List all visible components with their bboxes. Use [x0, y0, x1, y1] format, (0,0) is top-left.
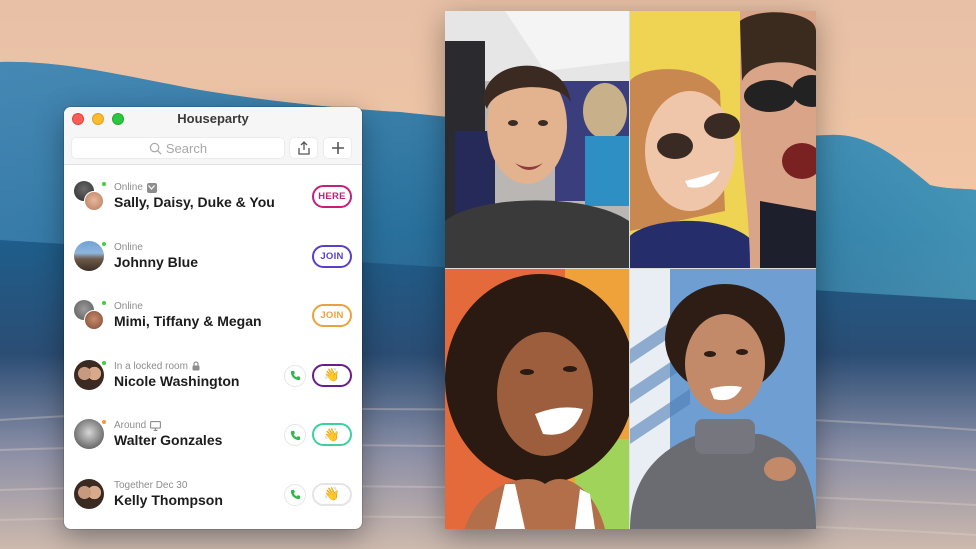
- houseparty-window: Houseparty Search Online Sally, Daisy, D…: [64, 107, 362, 529]
- search-placeholder: Search: [165, 140, 208, 156]
- contact-row[interactable]: In a locked room Nicole Washington 👋: [64, 345, 362, 405]
- presence-away-indicator: [101, 419, 107, 425]
- video-tile[interactable]: [445, 269, 629, 529]
- contact-name: Mimi, Tiffany & Megan: [114, 313, 262, 329]
- share-icon: [297, 141, 310, 155]
- phone-icon: [290, 430, 300, 440]
- video-tile[interactable]: [445, 11, 629, 268]
- presence-online-indicator: [101, 240, 107, 247]
- waving-hand-icon: 👋: [323, 486, 341, 501]
- phone-icon: [290, 489, 300, 500]
- contact-row[interactable]: Together Dec 30 Kelly Thompson 👋: [64, 464, 362, 524]
- avatar-photo: [84, 310, 104, 330]
- avatar: [73, 358, 107, 392]
- video-feed-woman-turtleneck: [630, 269, 816, 529]
- contact-status: Around: [114, 420, 147, 431]
- desktop-icon: [150, 420, 162, 431]
- avatar: [73, 298, 107, 332]
- search-icon: [149, 142, 162, 154]
- join-button[interactable]: JOIN: [312, 244, 352, 268]
- contact-name: Sally, Daisy, Duke & You: [114, 194, 275, 210]
- contact-name: Nicole Washington: [114, 372, 240, 389]
- contact-status: Online: [114, 301, 143, 312]
- contact-name: Johnny Blue: [114, 253, 199, 270]
- waving-hand-icon: 👋: [323, 426, 341, 442]
- join-button[interactable]: JOIN: [312, 304, 352, 327]
- avatar-photo: [74, 478, 104, 509]
- presence-online-indicator: [101, 359, 107, 366]
- video-feed-woman-laughing: [445, 269, 629, 529]
- contact-list: Online Sally, Daisy, Duke & You HERE Onl…: [64, 166, 362, 523]
- contact-status: Online: [114, 241, 143, 253]
- avatar: [73, 239, 107, 273]
- lock-icon: [192, 361, 200, 371]
- contact-status: Online: [114, 182, 143, 193]
- avatar: [73, 417, 107, 451]
- window-title: Houseparty: [177, 111, 249, 126]
- titlebar: Houseparty Search: [64, 107, 362, 165]
- contact-name: Kelly Thompson: [114, 491, 223, 508]
- wave-button[interactable]: 👋: [312, 363, 352, 387]
- contact-status: In a locked room: [114, 360, 188, 372]
- search-input[interactable]: Search: [71, 137, 285, 159]
- contact-row[interactable]: Online Sally, Daisy, Duke & You HERE: [64, 166, 362, 226]
- contact-row[interactable]: Online Mimi, Tiffany & Megan JOIN: [64, 285, 362, 345]
- here-button[interactable]: HERE: [312, 185, 352, 208]
- presence-online-indicator: [101, 181, 107, 187]
- presence-online-indicator: [101, 300, 107, 306]
- video-feed-couple: [630, 11, 816, 268]
- avatar-photo: [84, 191, 104, 211]
- avatar: [73, 179, 107, 213]
- contact-name: Walter Gonzales: [114, 432, 223, 448]
- plus-icon: [331, 142, 344, 154]
- avatar-photo: [74, 240, 104, 271]
- contact-row[interactable]: Around Walter Gonzales 👋: [64, 404, 362, 464]
- wave-button[interactable]: 👋: [312, 423, 352, 446]
- chevron-down-icon[interactable]: [146, 182, 157, 193]
- avatar: [73, 477, 107, 511]
- avatar-photo: [74, 359, 104, 390]
- avatar-photo: [74, 419, 104, 449]
- call-button[interactable]: [284, 364, 306, 387]
- video-feed-man-airplane: [445, 11, 629, 268]
- share-button[interactable]: [289, 137, 318, 159]
- contact-row[interactable]: Online Johnny Blue JOIN: [64, 226, 362, 286]
- waving-hand-icon: 👋: [323, 367, 341, 382]
- call-button[interactable]: [284, 483, 306, 506]
- call-button[interactable]: [284, 424, 306, 446]
- phone-icon: [290, 370, 300, 381]
- add-button[interactable]: [323, 137, 352, 159]
- video-call-grid: [445, 11, 816, 529]
- wave-button[interactable]: 👋: [312, 482, 352, 506]
- video-tile[interactable]: [630, 269, 816, 529]
- contact-status: Together Dec 30: [114, 479, 188, 491]
- video-tile[interactable]: [630, 11, 816, 268]
